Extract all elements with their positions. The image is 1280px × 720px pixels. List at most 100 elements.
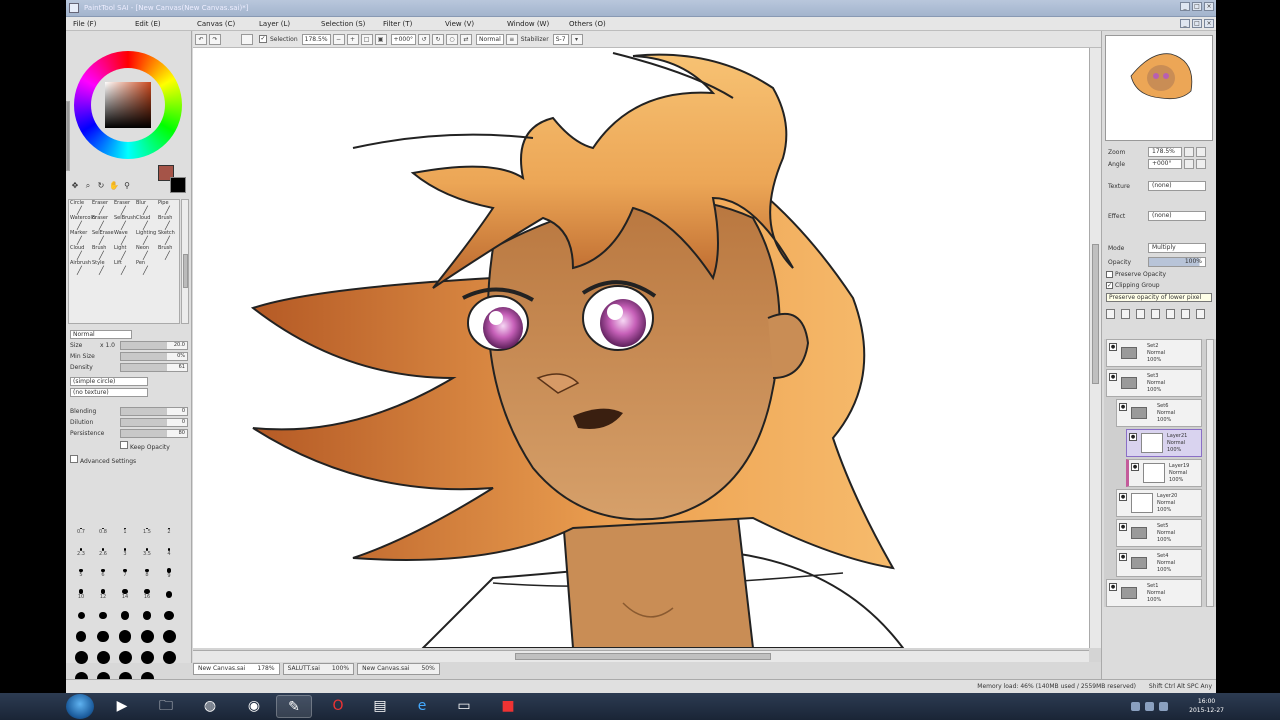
undo-button[interactable]: ↶: [195, 33, 207, 45]
rotate-icon[interactable]: ↻: [96, 181, 106, 191]
tool-slot[interactable]: Wave: [113, 230, 135, 245]
brush-size-preset[interactable]: [92, 647, 114, 668]
tool-slot[interactable]: Sketch: [157, 230, 179, 245]
internet-explorer-icon[interactable]: e: [404, 695, 440, 718]
menu-window[interactable]: Window (W): [500, 17, 562, 30]
eyedropper-icon[interactable]: ⚲: [122, 181, 132, 191]
stabilizer-dropdown-icon[interactable]: ▾: [570, 33, 583, 45]
hand-icon[interactable]: ✋: [109, 181, 119, 191]
angle-field[interactable]: +000°: [390, 33, 417, 45]
zoom-fit-button[interactable]: ▣: [374, 33, 387, 45]
app-window-icon[interactable]: ▤: [362, 695, 398, 718]
zoom-icon[interactable]: ⌕: [83, 181, 93, 191]
menu-filter[interactable]: Filter (T): [376, 17, 438, 30]
clock[interactable]: 16:00 2015-12-27: [1189, 697, 1224, 715]
brush-size-preset[interactable]: 1: [114, 521, 136, 542]
tool-slot[interactable]: Eraser: [91, 215, 113, 230]
file-explorer-icon[interactable]: 🗀: [148, 695, 184, 718]
tool-slot[interactable]: Cloud: [69, 245, 91, 260]
menu-file[interactable]: File (F): [66, 17, 128, 30]
brush-size-preset[interactable]: 6: [92, 563, 114, 584]
tool-slot[interactable]: Lift: [113, 260, 135, 275]
zoom-field[interactable]: 178.5%: [301, 33, 331, 45]
new-layer-icon[interactable]: [1106, 309, 1115, 319]
zoom-in-button[interactable]: +: [346, 33, 359, 45]
doc-minimize-button[interactable]: _: [1180, 19, 1190, 28]
layer-item[interactable]: ● Set3 Normal 100%: [1106, 369, 1202, 397]
brush-size-preset[interactable]: 14: [114, 584, 136, 605]
blend-mode-select[interactable]: Normal: [70, 330, 132, 339]
brush-size-preset[interactable]: [70, 626, 92, 647]
tool-slot[interactable]: Brush: [157, 245, 179, 260]
color-wheel[interactable]: [74, 51, 182, 159]
brush-size-preset[interactable]: [158, 605, 180, 626]
visibility-icon[interactable]: ●: [1109, 373, 1117, 381]
brush-size-preset[interactable]: 8: [136, 563, 158, 584]
tool-slot[interactable]: Eraser: [91, 200, 113, 215]
tool-slot[interactable]: Airbrush: [69, 260, 91, 275]
drawing-canvas[interactable]: [193, 48, 1089, 648]
tool-slot[interactable]: Cloud: [135, 215, 157, 230]
tray-arrow-icon[interactable]: [1131, 702, 1140, 711]
tool-slot[interactable]: Style: [91, 260, 113, 275]
selection-checkbox[interactable]: ✓: [259, 35, 267, 43]
rotate-right-button[interactable]: ↻: [432, 33, 445, 45]
layer-item[interactable]: ● Set6 Normal 100%: [1116, 399, 1202, 427]
preserve-opacity-checkbox[interactable]: [1106, 271, 1113, 278]
brush-size-preset[interactable]: 0.8: [92, 521, 114, 542]
clipping-group-checkbox[interactable]: ✓: [1106, 282, 1113, 289]
brush-size-preset[interactable]: 5: [70, 563, 92, 584]
brush-size-preset[interactable]: [70, 647, 92, 668]
brush-size-preset[interactable]: 9: [158, 563, 180, 584]
brush-size-preset[interactable]: [158, 626, 180, 647]
doc-tab[interactable]: New Canvas.sai 50%: [357, 663, 440, 675]
density-slider[interactable]: 61: [120, 363, 188, 372]
visibility-icon[interactable]: ●: [1109, 583, 1117, 591]
visibility-icon[interactable]: ●: [1119, 493, 1127, 501]
clear-layer-icon[interactable]: [1181, 309, 1190, 319]
display-mode-field[interactable]: Normal: [476, 33, 504, 45]
menu-canvas[interactable]: Canvas (C): [190, 17, 252, 30]
secondary-color-swatch[interactable]: [170, 177, 186, 193]
persistence-slider[interactable]: 80: [120, 429, 188, 438]
brush-size-preset[interactable]: 3: [114, 542, 136, 563]
network-tray-icon[interactable]: [1145, 702, 1154, 711]
tools-scrollbar[interactable]: [181, 199, 189, 324]
delete-layer-icon[interactable]: [1196, 309, 1205, 319]
tool-slot[interactable]: Neon: [135, 245, 157, 260]
brush-size-preset[interactable]: [70, 605, 92, 626]
new-set-icon[interactable]: [1121, 309, 1130, 319]
move-icon[interactable]: ✥: [70, 181, 80, 191]
red-app-icon[interactable]: ■: [490, 695, 526, 718]
brush-size-preset[interactable]: [114, 647, 136, 668]
brush-size-preset[interactable]: 2.6: [92, 542, 114, 563]
maximize-button[interactable]: □: [1192, 2, 1202, 11]
nav-zoom-field[interactable]: 178.5%: [1148, 147, 1182, 157]
deselect-button[interactable]: [241, 33, 253, 45]
network-app-icon[interactable]: ◍: [192, 695, 228, 718]
brush-size-preset[interactable]: [114, 626, 136, 647]
brush-size-preset[interactable]: [114, 605, 136, 626]
close-button[interactable]: ×: [1204, 2, 1214, 11]
tool-slot[interactable]: SelErase: [91, 230, 114, 245]
brush-texture-select[interactable]: (no texture): [70, 388, 148, 397]
brush-size-preset[interactable]: 7: [114, 563, 136, 584]
layer-item[interactable]: ● Layer20 Normal 100%: [1116, 489, 1202, 517]
eye-app-icon[interactable]: ◉: [236, 695, 272, 718]
tool-slot[interactable]: Brush: [91, 245, 113, 260]
tool-slot[interactable]: Eraser: [113, 200, 135, 215]
brush-size-preset[interactable]: [136, 647, 158, 668]
merge-layer-icon[interactable]: [1166, 309, 1175, 319]
layer-item-selected[interactable]: ● Layer21 Normal 100%: [1126, 429, 1202, 457]
visibility-icon[interactable]: ●: [1109, 343, 1117, 351]
brush-size-preset[interactable]: [158, 647, 180, 668]
left-panel-grip[interactable]: [66, 101, 70, 171]
new-mask-icon[interactable]: [1136, 309, 1145, 319]
layer-item[interactable]: ● Set1 Normal 100%: [1106, 579, 1202, 607]
doc-tab[interactable]: New Canvas.sai 178%: [193, 663, 280, 675]
brush-size-preset[interactable]: 16: [136, 584, 158, 605]
canvas-horizontal-scrollbar[interactable]: [193, 650, 1089, 662]
tool-slot[interactable]: Marker: [69, 230, 91, 245]
zoom-out-button[interactable]: −: [332, 33, 345, 45]
opera-icon[interactable]: O: [320, 695, 356, 718]
